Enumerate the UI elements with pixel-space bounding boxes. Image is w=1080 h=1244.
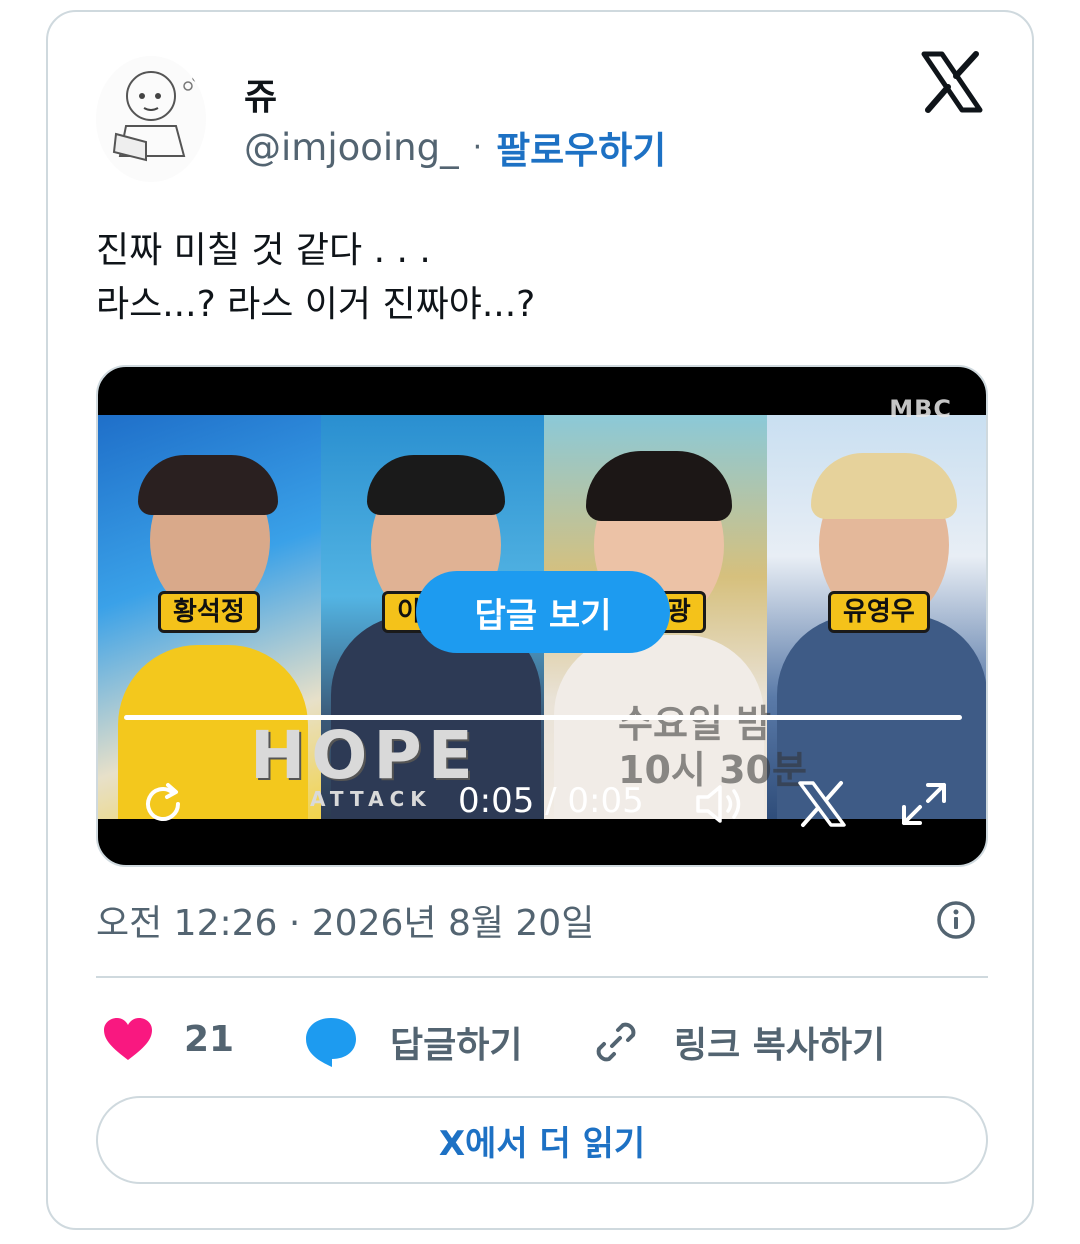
avatar[interactable]: [96, 56, 206, 182]
copy-link-label: 링크 복사하기: [674, 1025, 886, 1066]
reply-action-button[interactable]: 답글하기: [304, 1016, 522, 1068]
caption-name-tag: 황석정: [158, 591, 260, 633]
tweet-text: 진짜 미칠 것 같다 . . . 라스...? 라스 이거 진짜야...?: [96, 224, 535, 332]
fullscreen-icon[interactable]: [898, 779, 950, 833]
like-count: 21: [184, 1018, 235, 1060]
separator-dot: ·: [472, 129, 483, 165]
attack-caption: ATTACK: [310, 787, 432, 811]
display-name[interactable]: 쥬: [244, 68, 277, 120]
caption-name-tag: 유영우: [828, 591, 930, 633]
video-time: 0:05 / 0:05: [458, 781, 644, 821]
hope-attack-logo: HOPE: [250, 717, 479, 794]
info-icon[interactable]: [936, 900, 976, 940]
x-logo-icon[interactable]: [920, 50, 984, 114]
tweet-timestamp[interactable]: 오전 12:26 · 2026년 8월 20일: [96, 894, 594, 946]
volume-icon[interactable]: [692, 779, 748, 833]
like-button[interactable]: 21: [102, 1016, 234, 1062]
schedule-line: 수요일 밤: [618, 702, 772, 746]
tweet-embed-card: 쥬 @imjooing_ · 팔로우하기 진짜 미칠 것 같다 . . . 라스…: [46, 10, 1034, 1230]
heart-icon: [104, 1018, 152, 1060]
follow-button[interactable]: 팔로우하기: [496, 120, 666, 174]
divider: [96, 976, 988, 978]
x-watermark-icon[interactable]: [796, 779, 848, 833]
view-replies-button[interactable]: 답글 보기: [416, 571, 670, 653]
video-player[interactable]: MBC 황석정 이춘혁 서은광 유영우 HOPE ATTACK 수요일 밤 10…: [96, 365, 988, 867]
tweet-text-line: 진짜 미칠 것 같다 . . .: [96, 230, 431, 271]
link-icon: [596, 1022, 636, 1062]
video-progress-bar[interactable]: [124, 715, 962, 720]
speech-bubble-icon: [306, 1018, 356, 1067]
reply-label: 답글하기: [390, 1025, 523, 1066]
copy-link-button[interactable]: 링크 복사하기: [590, 1016, 885, 1068]
handle-row: @imjooing_ · 팔로우하기: [244, 120, 666, 174]
tweet-text-line: 라스...? 라스 이거 진짜야...?: [96, 284, 536, 325]
user-handle[interactable]: @imjooing_: [244, 126, 459, 169]
read-more-on-x-button[interactable]: X에서 더 읽기: [96, 1096, 988, 1184]
replay-icon[interactable]: [138, 779, 188, 833]
broadcaster-watermark: MBC: [889, 395, 952, 423]
